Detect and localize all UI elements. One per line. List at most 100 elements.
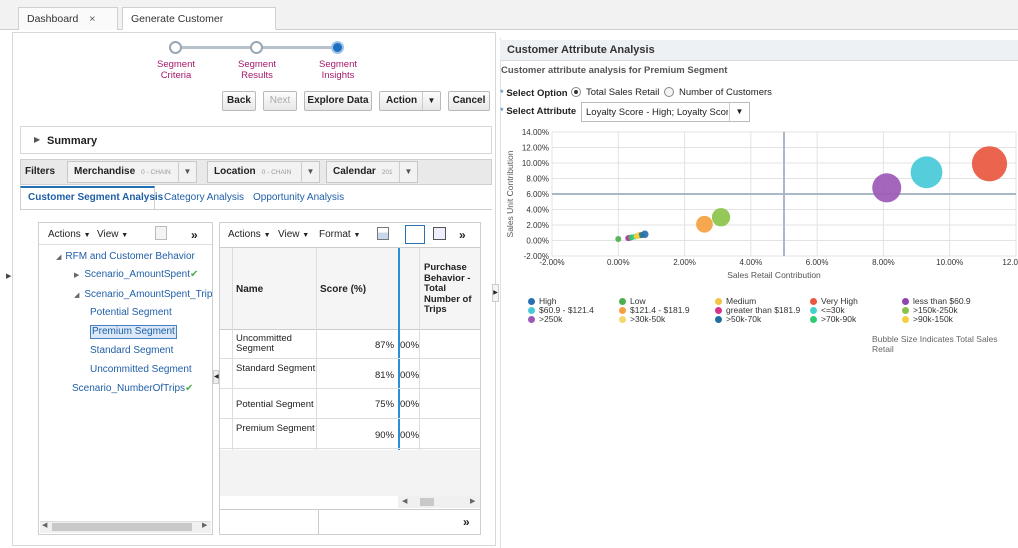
chart-footnote: Bubble Size Indicates Total Sales Retail bbox=[872, 334, 998, 354]
scroll-left-icon[interactable]: ◀ bbox=[402, 497, 407, 505]
filter-detail: 0 - CHAIN bbox=[261, 169, 292, 176]
tab-customer-segment-analysis[interactable]: Customer Segment Analysis bbox=[28, 192, 163, 204]
filter-merchandise[interactable]: Merchandise 0 - CHAIN ▼ bbox=[67, 161, 197, 183]
step-criteria-label[interactable]: Segment Criteria bbox=[146, 59, 206, 81]
col-header-name[interactable]: Name bbox=[236, 284, 263, 295]
more-icon[interactable]: » bbox=[191, 228, 198, 242]
legend-swatch bbox=[715, 298, 722, 305]
freeze-button[interactable] bbox=[405, 225, 425, 244]
tree-item-label: RFM and Customer Behavior bbox=[65, 251, 195, 262]
grid-format-menu[interactable]: Format ▼ bbox=[319, 229, 360, 240]
legend-swatch bbox=[810, 316, 817, 323]
tree-item-rfm[interactable]: ◢ RFM and Customer Behavior bbox=[56, 251, 195, 264]
y-tick-label: 12.00% bbox=[522, 144, 549, 153]
footer-more-icon[interactable]: » bbox=[463, 515, 470, 529]
more-icon[interactable]: » bbox=[459, 228, 466, 242]
tree-item-scenario-numberoftrips[interactable]: Scenario_NumberOfTrips✔ bbox=[72, 383, 193, 395]
close-icon[interactable]: × bbox=[89, 13, 95, 25]
radio-total-sales[interactable] bbox=[571, 87, 581, 97]
y-tick-label: 14.00% bbox=[522, 128, 549, 137]
back-button[interactable]: Back bbox=[222, 91, 256, 111]
step-line: Insights bbox=[321, 70, 355, 81]
grid-scrollbar[interactable] bbox=[398, 496, 480, 508]
grid-view-menu[interactable]: View ▼ bbox=[278, 229, 309, 240]
step-dot-criteria[interactable] bbox=[169, 41, 182, 54]
filter-detail: 201 bbox=[381, 169, 393, 176]
tree-item-scenario-amountspent-trips[interactable]: ◢ Scenario_AmountSpent_Trips bbox=[74, 289, 212, 302]
tree-item-scenario-amountspent[interactable]: ▶ Scenario_AmountSpent✔ bbox=[74, 269, 198, 282]
table-row[interactable]: Potential Segment 75% 00% bbox=[220, 390, 480, 419]
cancel-button[interactable]: Cancel bbox=[448, 91, 490, 111]
export-icon[interactable] bbox=[377, 227, 389, 240]
grid-actions-menu[interactable]: Actions ▼ bbox=[228, 229, 271, 240]
step-dot-insights[interactable] bbox=[331, 41, 344, 54]
scroll-left-icon[interactable]: ◀ bbox=[42, 521, 47, 529]
action-button[interactable]: Action ▼ bbox=[379, 91, 441, 111]
cell-score: 87% bbox=[375, 340, 395, 351]
legend-swatch bbox=[715, 316, 722, 323]
detach-icon[interactable] bbox=[433, 227, 446, 240]
legend-swatch bbox=[902, 316, 909, 323]
legend-item[interactable]: >70k-90k bbox=[810, 315, 856, 324]
chevron-down-icon[interactable]: ▼ bbox=[301, 162, 319, 182]
subtab-divider bbox=[20, 209, 492, 210]
filter-location[interactable]: Location 0 - CHAIN ▼ bbox=[207, 161, 320, 183]
tab-dashboard[interactable]: Dashboard × bbox=[18, 7, 118, 30]
col-header-purchase-behavior[interactable]: Purchase Behavior - Total Number of Trip… bbox=[424, 263, 478, 326]
radio-number-customers[interactable] bbox=[664, 87, 674, 97]
table-row[interactable]: Uncommitted Segment 87% 00% bbox=[220, 330, 480, 359]
chevron-down-icon[interactable]: ▼ bbox=[729, 103, 749, 121]
tree-item-potential[interactable]: Potential Segment bbox=[90, 307, 172, 319]
chevron-down-icon[interactable]: ▼ bbox=[178, 162, 196, 182]
next-button[interactable]: Next bbox=[263, 91, 297, 111]
legend-item[interactable]: >250k bbox=[528, 315, 562, 324]
bubble--60-9-121-4 bbox=[910, 156, 943, 189]
pane-splitter-icon[interactable]: ▶ bbox=[492, 284, 499, 302]
x-tick-label: -2.00% bbox=[539, 258, 564, 267]
tree-view-menu[interactable]: View ▼ bbox=[97, 229, 128, 240]
tree-item-uncommitted[interactable]: Uncommitted Segment bbox=[90, 364, 192, 376]
bubble--150k-250k bbox=[711, 208, 731, 227]
tree-scroll-thumb[interactable] bbox=[52, 523, 192, 531]
step-results-label[interactable]: Segment Results bbox=[227, 59, 287, 81]
step-dot-results[interactable] bbox=[250, 41, 263, 54]
tree-item-standard[interactable]: Standard Segment bbox=[90, 345, 173, 357]
expand-icon[interactable]: ▶ bbox=[34, 135, 40, 144]
chevron-down-icon: ▼ bbox=[263, 232, 271, 239]
table-row[interactable]: Standard Segment 81% 00% bbox=[220, 360, 480, 389]
step-line: Segment bbox=[156, 59, 196, 70]
tab-opportunity-analysis[interactable]: Opportunity Analysis bbox=[253, 192, 344, 204]
action-label: Action bbox=[386, 95, 418, 106]
tree-item-premium[interactable]: Premium Segment bbox=[90, 325, 177, 339]
tree-item-label: Scenario_AmountSpent_Trips bbox=[84, 289, 212, 300]
left-splitter-icon[interactable]: ▶ bbox=[6, 272, 11, 280]
legend-item[interactable]: >30k-50k bbox=[619, 315, 665, 324]
chevron-down-icon[interactable]: ▼ bbox=[399, 162, 417, 182]
detach-icon[interactable] bbox=[155, 226, 167, 240]
select-attribute-label: * Select Attribute bbox=[500, 106, 576, 117]
attribute-select[interactable]: Loyalty Score - High; Loyalty Score ▼ bbox=[581, 102, 750, 122]
step-insights-label[interactable]: Segment Insights bbox=[308, 59, 368, 81]
tab-category-analysis[interactable]: Category Analysis bbox=[164, 192, 244, 204]
legend-swatch bbox=[810, 298, 817, 305]
scroll-right-icon[interactable]: ▶ bbox=[470, 497, 475, 505]
summary-title[interactable]: Summary bbox=[47, 135, 97, 147]
select-option-label: * Select Option bbox=[500, 88, 568, 99]
cell-partial: 00% bbox=[400, 399, 420, 410]
grid-scroll-thumb[interactable] bbox=[420, 498, 434, 506]
legend-label: >90k-150k bbox=[913, 314, 953, 324]
radio-total-sales-label[interactable]: Total Sales Retail bbox=[586, 87, 659, 98]
col-header-score[interactable]: Score (%) bbox=[320, 284, 366, 295]
radio-number-customers-label[interactable]: Number of Customers bbox=[679, 87, 772, 98]
explore-data-button[interactable]: Explore Data bbox=[304, 91, 372, 111]
scroll-right-icon[interactable]: ▶ bbox=[202, 521, 207, 529]
table-row[interactable]: Premium Segment 90% 00% bbox=[220, 420, 480, 449]
legend-item[interactable]: >50k-70k bbox=[715, 315, 761, 324]
tab-generate-customer-segment[interactable]: Generate Customer Segment × bbox=[122, 7, 276, 47]
menu-label: View bbox=[97, 229, 119, 240]
legend-item[interactable]: >90k-150k bbox=[902, 315, 953, 324]
filter-calendar[interactable]: Calendar 201 ▼ bbox=[326, 161, 418, 183]
y-tick-label: 8.00% bbox=[526, 175, 549, 184]
cell-partial: 00% bbox=[400, 370, 420, 381]
tree-actions-menu[interactable]: Actions ▼ bbox=[48, 229, 91, 240]
